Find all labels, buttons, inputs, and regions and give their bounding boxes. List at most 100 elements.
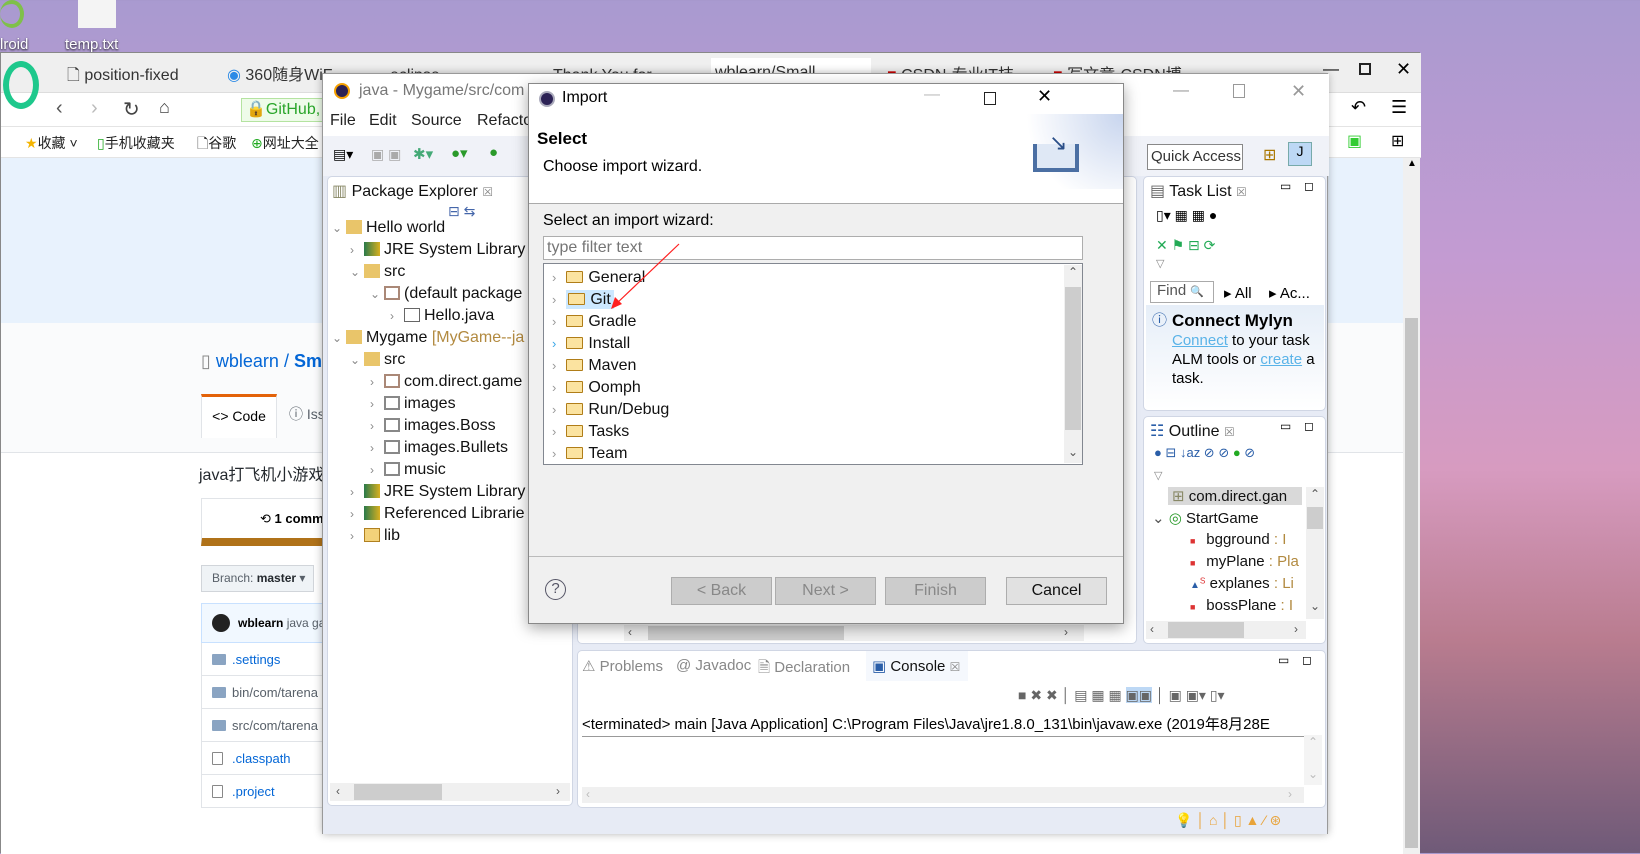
tree-item[interactable]: › JRE System Library [350,241,525,259]
status-icons[interactable]: 💡 │ ⌂ │ ▯ ▲ ⁄ ⊛ [1175,812,1281,829]
next-button[interactable]: Next > [775,577,876,605]
undo-icon[interactable]: ↶ [1351,97,1366,118]
minimize-view-icon[interactable]: ▭ [1280,179,1291,193]
close-tab-icon[interactable]: ☒ [1236,185,1247,199]
maximize-view-icon[interactable]: ◻ [1304,419,1314,433]
reload-icon[interactable]: ↻ [123,97,140,122]
tab-package-explorer[interactable]: ▥ Package Explorer ☒ [332,181,493,201]
browser-tab[interactable]: ◉ 360随身WiFi [223,61,333,91]
maximize-view-icon[interactable]: ◻ [1302,653,1312,667]
commits-box[interactable]: ⟲ 1 comm [201,498,331,546]
tree-item[interactable]: › images.Bullets [370,439,508,457]
scroll-up-icon[interactable]: ⌃ [1308,735,1318,749]
scroll-left-icon[interactable]: ‹ [628,625,632,639]
view-menu-icon[interactable]: ▽ [1154,469,1162,482]
tree-item[interactable]: › JRE System Library [350,483,525,501]
perspective-icon[interactable]: ⊞ [1263,145,1276,165]
file-row[interactable]: src/com/tarena [201,709,323,742]
scroll-thumb[interactable] [1168,622,1244,638]
help-icon[interactable]: ? [545,579,566,600]
filter-all[interactable]: ▸ All [1224,284,1252,302]
tab-console[interactable]: ▣ Console ☒ [866,651,969,681]
repo-name-link[interactable]: Sm [294,351,322,371]
scroll-up-icon[interactable]: ⌃ [1310,487,1320,501]
close-button[interactable]: ✕ [1291,74,1306,108]
outline-item[interactable]: ⊞ com.direct.gan [1168,487,1302,505]
close-tab-icon[interactable]: ☒ [1224,425,1235,439]
scrollbar-horizontal[interactable]: ‹ › [624,625,1084,641]
menu-icon[interactable]: ☰ [1391,97,1407,118]
close-tab-icon[interactable]: ☒ [950,660,961,674]
outline-toolbar-icons[interactable]: ● ⊟ ↓az ⊘ ⊘ ● ⊘ [1154,445,1255,461]
scrollbar-horizontal[interactable]: ‹ › [330,783,570,801]
tree-item[interactable]: › Hello.java [390,307,494,325]
scroll-thumb[interactable] [1405,318,1418,848]
outline-item[interactable]: ■ bgground : I [1190,531,1286,548]
scroll-thumb[interactable] [354,784,442,800]
run-ext-icon[interactable]: ● [489,144,498,161]
save-icon[interactable]: ▣ ▣ [371,146,401,163]
run-icon[interactable]: ●▾ [451,144,468,162]
create-link[interactable]: create [1260,351,1302,368]
scroll-down-icon[interactable]: ⌄ [1308,767,1318,781]
close-tab-icon[interactable]: ☒ [482,185,493,199]
scrollbar-horizontal[interactable]: ‹ › [582,787,1304,803]
tree-item[interactable]: › com.direct.game [370,373,522,391]
tree-item[interactable]: ⌄ Hello world [332,219,445,237]
desktop-icon-temp[interactable]: temp.txt [65,36,118,53]
scroll-right-icon[interactable]: › [1064,625,1068,639]
back-button[interactable]: < Back [671,577,772,605]
maximize-view-icon[interactable]: ◻ [1304,179,1314,193]
tree-item[interactable]: ⌄ src [350,351,405,369]
scrollbar-horizontal[interactable]: ‹ › [1146,621,1306,639]
close-button[interactable]: ✕ [1396,59,1411,80]
scroll-thumb[interactable] [648,626,844,640]
tab-task-list[interactable]: ▤ Task List ☒ [1150,181,1247,201]
java-perspective-icon[interactable]: J [1288,142,1312,166]
menu-file[interactable]: File [330,112,356,130]
tree-item[interactable]: ⌄ Mygame [MyGame--ja [332,329,524,347]
quick-access-input[interactable]: Quick Access [1147,144,1243,170]
file-row[interactable]: .classpath [201,742,323,775]
scrollbar-vertical[interactable]: ▲ [1403,158,1420,854]
minimize-view-icon[interactable]: ▭ [1278,653,1289,667]
scroll-left-icon[interactable]: ‹ [336,784,340,798]
tab-code[interactable]: <> Code [201,394,277,438]
outline-item[interactable]: ■ myPlane : Pla [1190,553,1299,570]
view-menu-icon[interactable]: ▽ [1156,257,1164,270]
tab-issues[interactable]: ⓘ Iss [289,404,325,424]
tab-javadoc[interactable]: @ Javadoc [676,657,751,674]
scroll-right-icon[interactable]: › [556,784,560,798]
scroll-right-icon[interactable]: › [1294,622,1298,636]
menu-refactor[interactable]: Refacto [477,112,532,130]
forward-icon[interactable]: › [91,97,98,120]
scroll-up-icon[interactable]: ▲ [1407,158,1417,169]
new-task-icon[interactable]: ▯▾ ▦ ▦ ● [1156,207,1217,224]
task-filter-icons[interactable]: ✕ ⚑ ⊟ ⟳ [1156,237,1215,254]
bookmark-mobile[interactable]: ▯手机收藏夹 [97,133,175,153]
filter-activate[interactable]: ▸ Ac... [1269,284,1310,302]
minimize-view-icon[interactable]: ▭ [1280,419,1291,433]
tree-item[interactable]: ⌄ (default package [370,285,522,303]
outline-item[interactable]: ⌄ ◎ StartGame [1152,509,1259,527]
desktop-icon-android[interactable]: lroid [0,36,28,53]
tab-outline[interactable]: ☷ Outline ☒ [1150,421,1235,441]
scrollbar-vertical[interactable]: ⌃ ⌄ [1306,487,1324,619]
tab-declaration[interactable]: 🗎 Declaration [758,657,850,682]
scroll-left-icon[interactable]: ‹ [1150,622,1154,636]
cancel-button[interactable]: Cancel [1006,577,1107,605]
bookmark-sites[interactable]: ⊕网址大全 [251,133,319,153]
outline-item[interactable]: ▲S explanes : Li [1190,575,1294,592]
new-icon[interactable]: ▤▾ [333,146,353,163]
tree-item[interactable]: › images [370,395,456,413]
game-icon[interactable]: ▣ [1347,131,1362,151]
scroll-down-icon[interactable]: ⌄ [1310,599,1320,613]
tree-item[interactable]: ⌄ src [350,263,405,281]
bookmark-google[interactable]: 🗋谷歌 [197,133,236,157]
apps-icon[interactable]: ⊞ [1391,131,1404,151]
file-row[interactable]: bin/com/tarena [201,676,323,709]
tree-item[interactable]: › images.Boss [370,417,496,435]
tree-item[interactable]: › music [370,461,446,479]
outline-item[interactable]: ■ bossPlane : I [1190,597,1293,617]
back-icon[interactable]: ‹ [56,97,63,120]
